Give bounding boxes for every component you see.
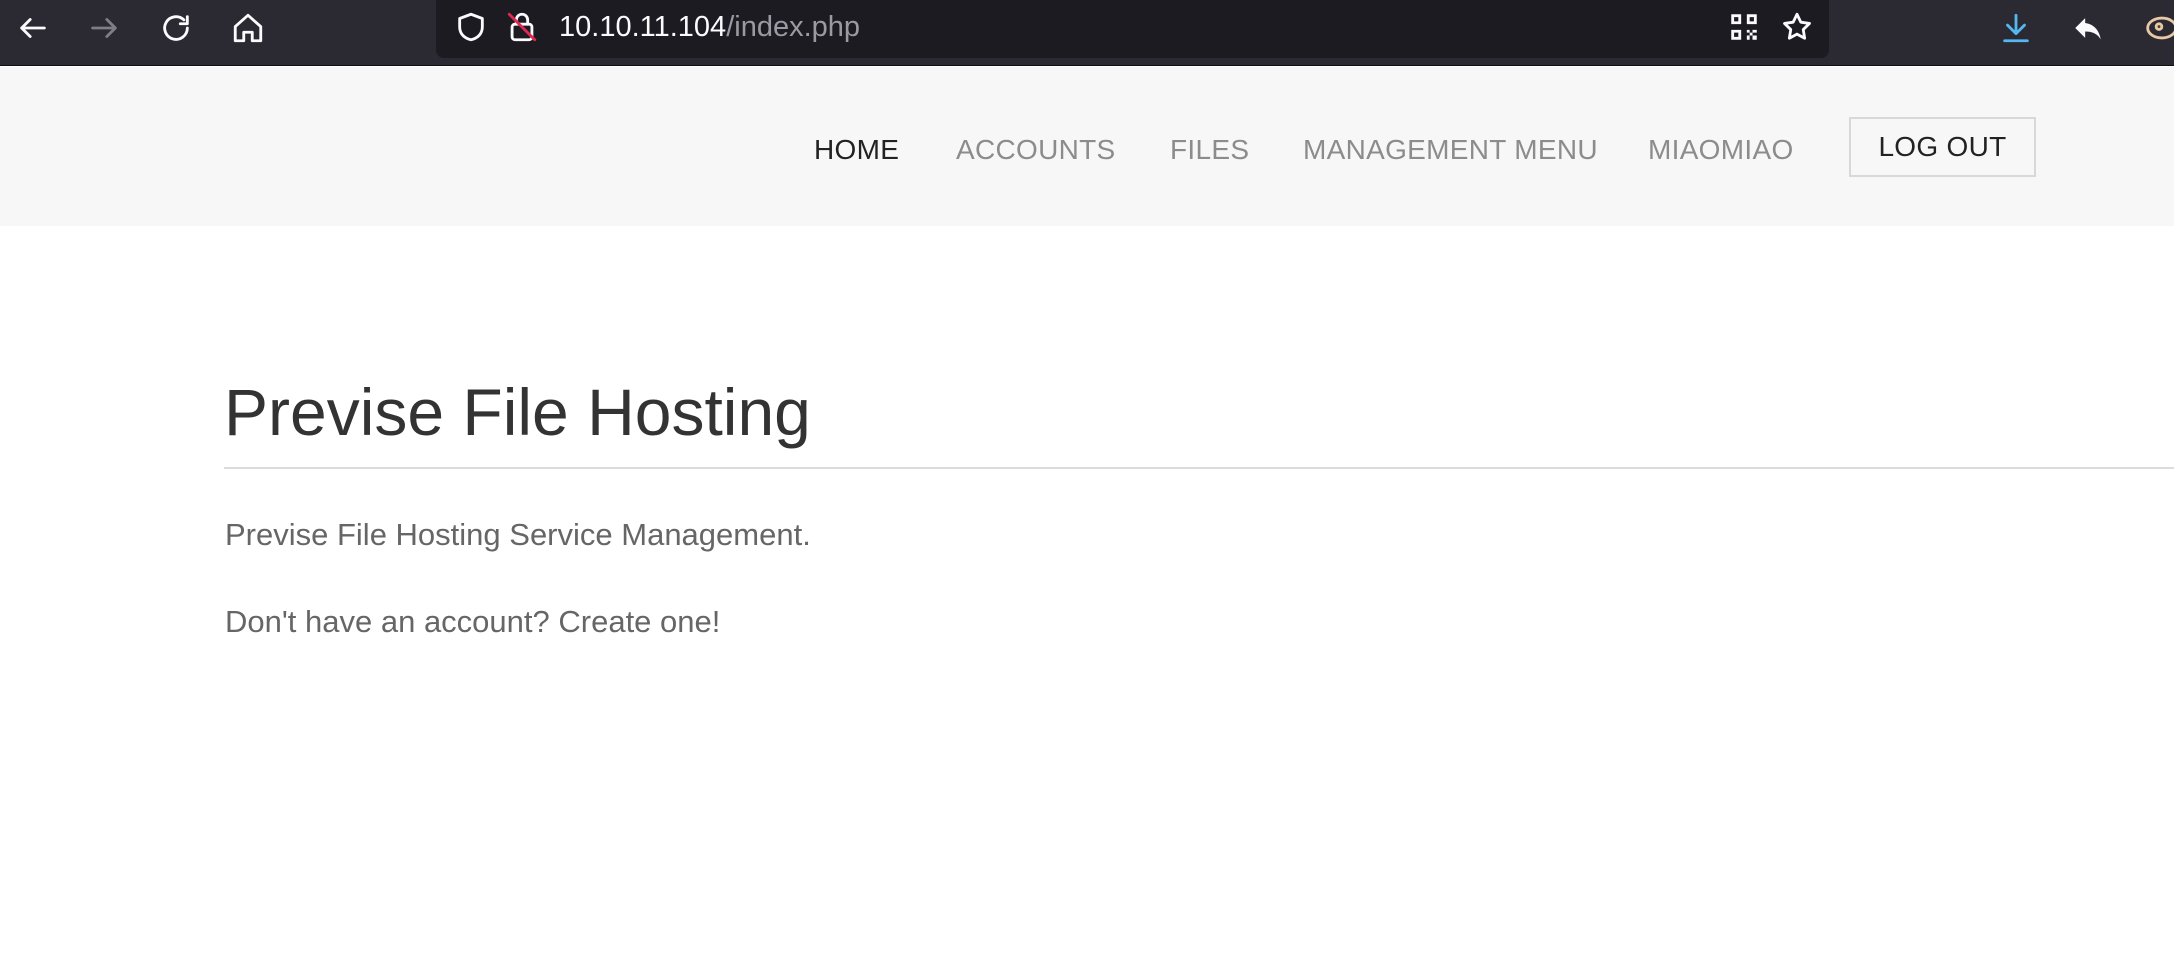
title-divider [224, 467, 2174, 469]
page-description: Previse File Hosting Service Management. [225, 517, 811, 552]
nav-home[interactable]: HOME [814, 133, 899, 167]
site-navbar: HOME ACCOUNTS FILES MANAGEMENT MENU MIAO… [0, 67, 2174, 226]
url-bar[interactable]: 10.10.11.104/index.php [436, 0, 1829, 58]
signup-prompt[interactable]: Don't have an account? Create one! [225, 603, 720, 641]
page-title: Previse File Hosting [224, 375, 811, 449]
browser-toolbar: 10.10.11.104/index.php [0, 0, 2174, 66]
url-text[interactable]: 10.10.11.104/index.php [559, 9, 860, 45]
reply-arrow-icon[interactable] [2065, 5, 2111, 51]
qr-code-icon[interactable] [1721, 4, 1767, 50]
nav-management-menu[interactable]: MANAGEMENT MENU [1303, 133, 1598, 167]
logout-button[interactable]: LOG OUT [1849, 117, 2036, 177]
nav-files[interactable]: FILES [1170, 133, 1249, 167]
download-icon[interactable] [1993, 5, 2039, 51]
nav-miaomiao[interactable]: MIAOMIAO [1648, 133, 1794, 167]
home-icon[interactable] [225, 5, 271, 51]
star-icon[interactable] [1774, 4, 1820, 50]
extension-icon[interactable] [2136, 5, 2174, 51]
url-path: /index.php [726, 11, 861, 43]
nav-accounts[interactable]: ACCOUNTS [956, 133, 1116, 167]
url-host: 10.10.11.104 [559, 11, 727, 43]
shield-icon[interactable] [448, 4, 494, 50]
reload-icon[interactable] [153, 5, 199, 51]
back-arrow-icon[interactable] [10, 5, 56, 51]
forward-arrow-icon[interactable] [81, 5, 127, 51]
insecure-lock-icon[interactable] [499, 4, 545, 50]
